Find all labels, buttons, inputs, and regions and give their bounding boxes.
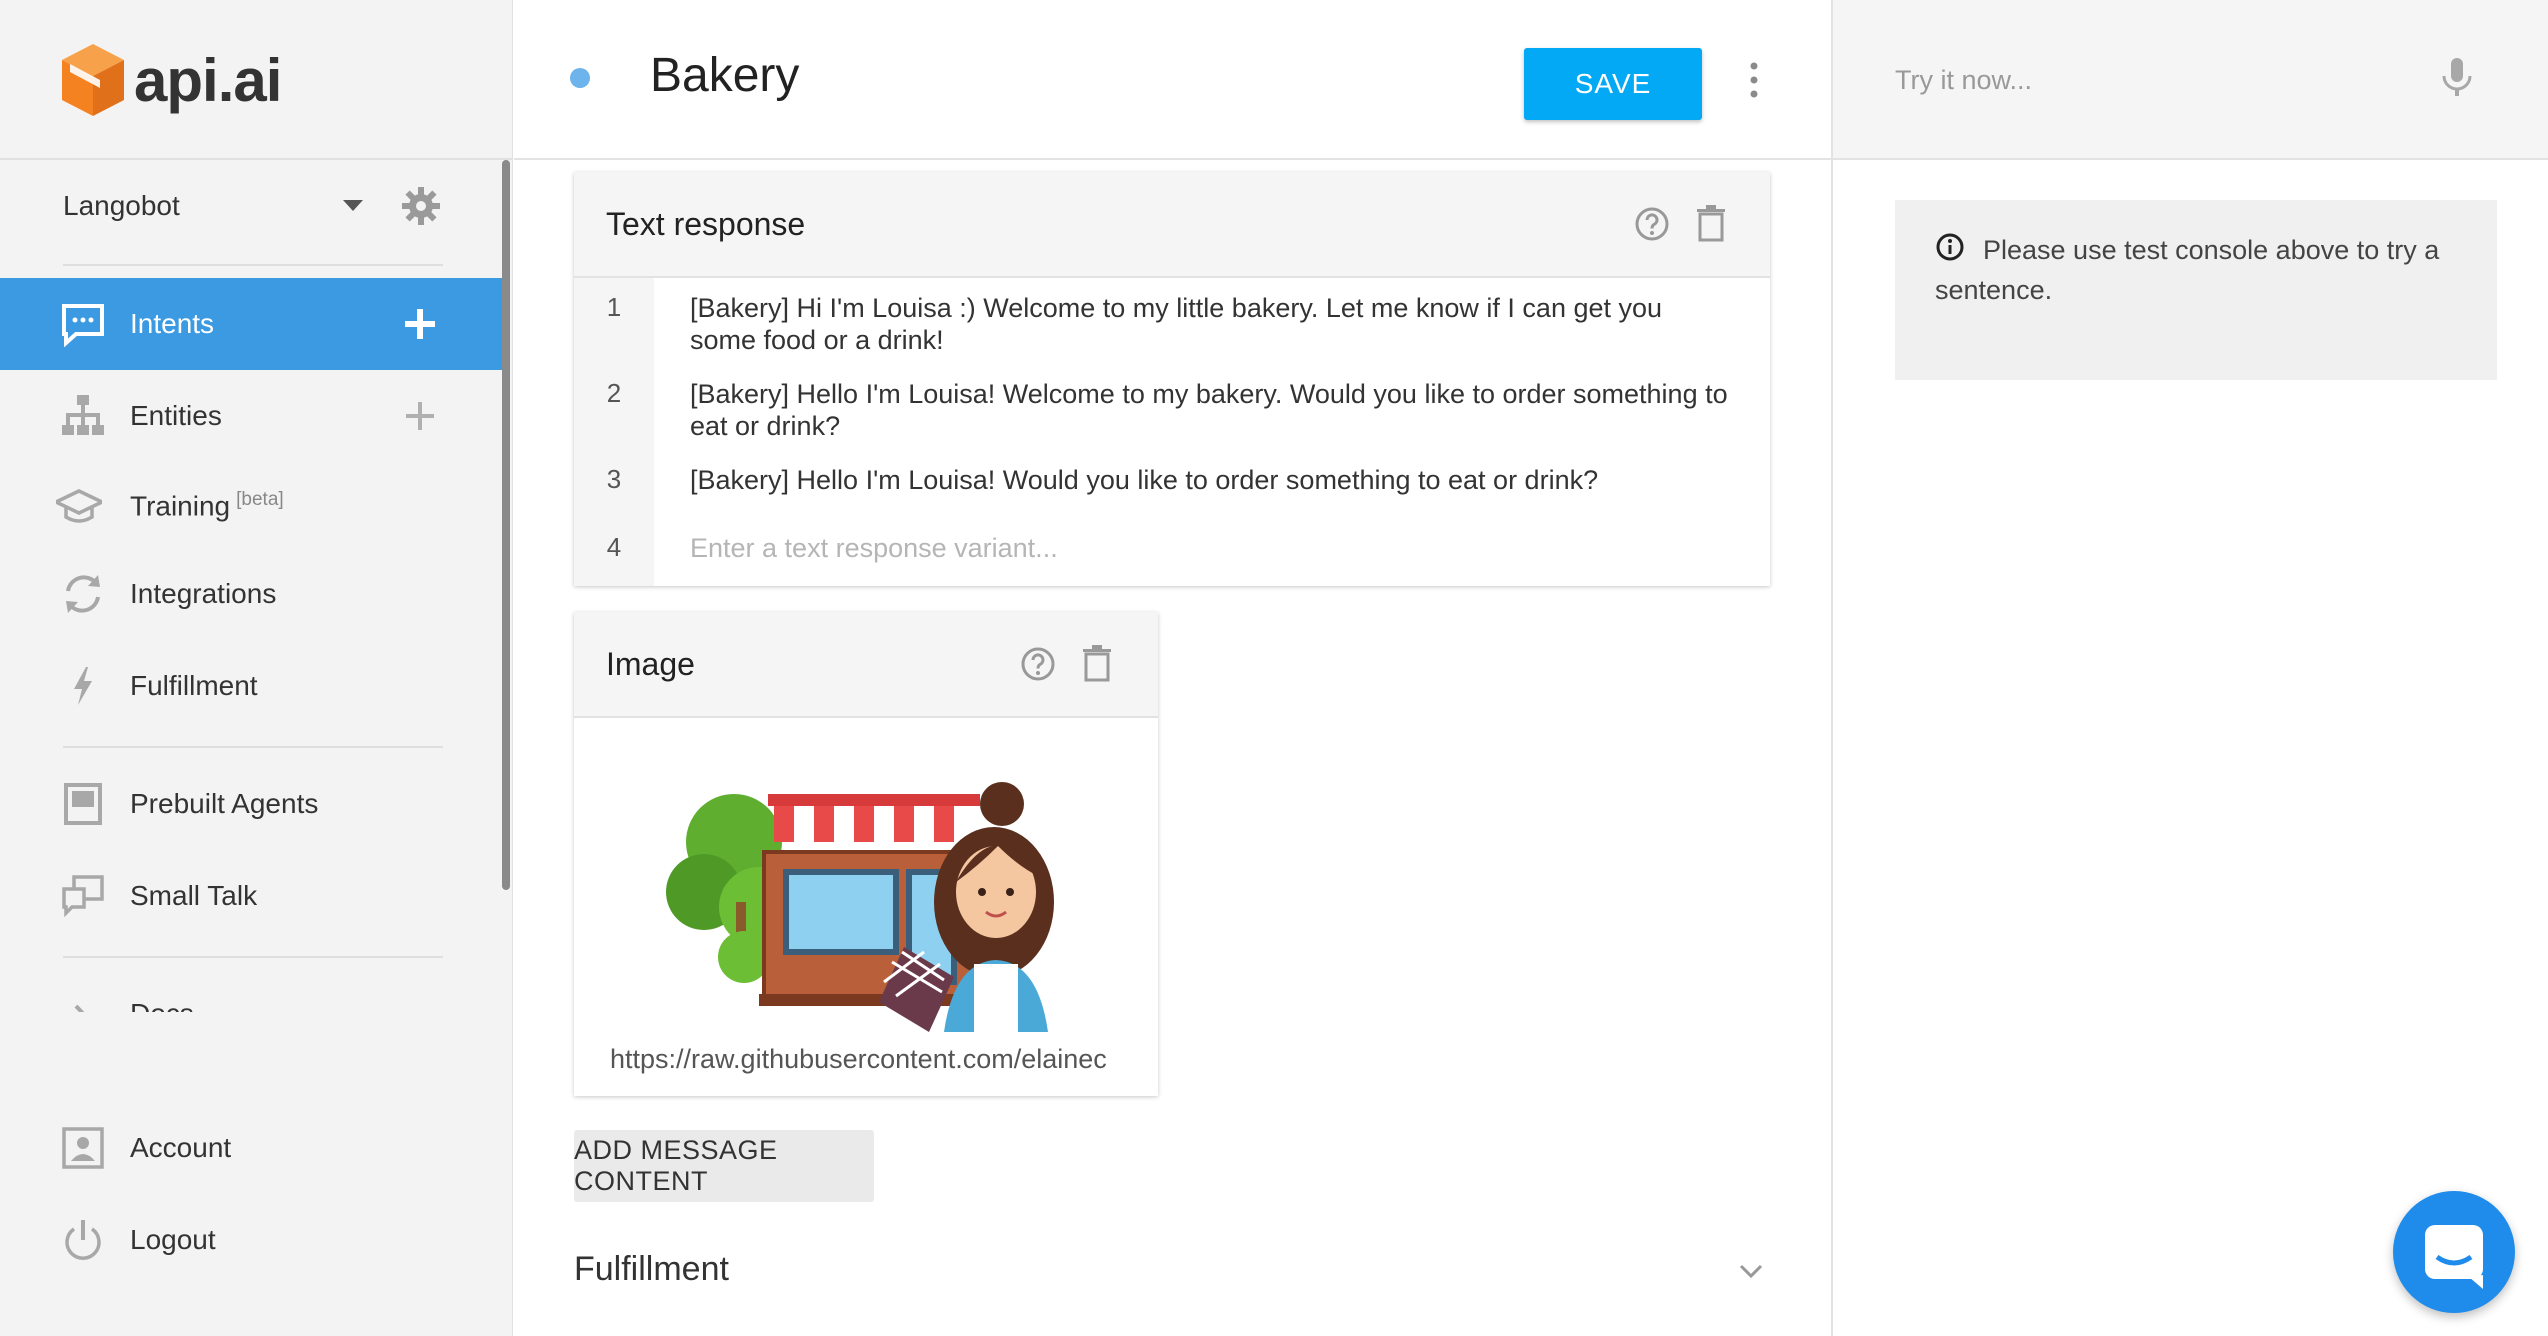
sidebar-item-account[interactable]: Account — [0, 1102, 502, 1194]
row-number: 2 — [606, 378, 622, 408]
sidebar-item-label: Small Talk — [130, 880, 258, 911]
main-panel: Bakery SAVE Text response 1 [Bakery] Hi … — [514, 0, 1831, 1336]
row-number: 3 — [606, 464, 622, 494]
card-header: Text response — [574, 172, 1770, 278]
image-url-field[interactable]: https://raw.githubusercontent.com/elaine… — [610, 1044, 1130, 1075]
intent-title[interactable]: Bakery — [650, 48, 799, 103]
sidebar-item-training[interactable]: Training [beta] — [0, 460, 502, 552]
row-number: 1 — [606, 292, 622, 322]
logo-cube-icon — [62, 44, 124, 116]
more-vert-icon[interactable] — [1742, 60, 1766, 100]
sidebar-item-integrations[interactable]: Integrations — [0, 548, 502, 640]
sidebar-item-label: Docs — [130, 998, 194, 1012]
chat-widget-button[interactable] — [2393, 1191, 2515, 1313]
microphone-icon[interactable] — [2437, 56, 2477, 100]
intent-header: Bakery SAVE — [514, 0, 1831, 160]
sidebar-divider — [63, 956, 443, 958]
chat-widget-icon — [2425, 1225, 2483, 1289]
hierarchy-icon — [62, 395, 104, 435]
row-number: 4 — [606, 532, 622, 562]
graduation-cap-icon — [56, 489, 102, 523]
test-console-panel: Please use test console above to try a s… — [1831, 0, 2548, 1336]
add-intent-icon[interactable] — [400, 304, 440, 344]
sidebar-scrollbar[interactable] — [502, 160, 510, 890]
trash-icon[interactable] — [1080, 644, 1114, 682]
status-dot — [570, 68, 590, 88]
gear-icon[interactable] — [401, 186, 441, 226]
response-text[interactable]: [Bakery] Hello I'm Louisa! Welcome to my… — [690, 378, 1730, 442]
chevron-right-icon — [74, 1004, 85, 1012]
sidebar-item-logout[interactable]: Logout — [0, 1194, 502, 1286]
sidebar-item-entities[interactable]: Entities — [0, 370, 502, 462]
add-message-content-button[interactable]: ADD MESSAGE CONTENT — [574, 1130, 874, 1202]
sidebar: api.ai Langobot Intents Entities Trainin… — [0, 0, 513, 1336]
book-icon — [64, 783, 102, 825]
sidebar-item-label: Entities — [130, 400, 222, 431]
response-text[interactable]: [Bakery] Hello I'm Louisa! Would you lik… — [690, 464, 1730, 496]
test-console-info: Please use test console above to try a s… — [1895, 200, 2497, 380]
sidebar-item-small-talk[interactable]: Small Talk — [0, 850, 502, 942]
help-icon[interactable] — [1634, 206, 1670, 242]
card-title: Text response — [606, 206, 806, 242]
trash-icon[interactable] — [1694, 204, 1728, 242]
save-button[interactable]: SAVE — [1524, 48, 1702, 120]
card-title: Image — [606, 646, 695, 682]
test-console-input[interactable] — [1895, 60, 2415, 100]
power-icon — [65, 1220, 101, 1260]
fulfillment-section-toggle[interactable]: Fulfillment — [574, 1244, 1770, 1304]
beta-badge: [beta] — [236, 489, 284, 511]
card-header: Image — [574, 612, 1158, 718]
sidebar-item-label: Fulfillment — [130, 670, 258, 701]
sidebar-item-docs[interactable]: Docs — [0, 984, 502, 1012]
sidebar-divider — [63, 746, 443, 748]
lightning-icon — [74, 667, 92, 705]
sidebar-item-label: Prebuilt Agents — [130, 788, 319, 819]
sidebar-item-fulfillment[interactable]: Fulfillment — [0, 640, 502, 732]
info-message: Please use test console above to try a s… — [1935, 235, 2440, 305]
sidebar-divider — [0, 158, 513, 160]
sidebar-divider — [63, 264, 443, 266]
bakery-shop-illustration — [666, 782, 1054, 1032]
account-icon — [62, 1127, 104, 1169]
add-entity-icon[interactable] — [400, 396, 440, 436]
chat-bubbles-icon — [62, 875, 104, 918]
text-response-card: Text response 1 [Bakery] Hi I'm Louisa :… — [574, 172, 1770, 586]
agent-name: Langobot — [63, 190, 180, 221]
chat-icon — [62, 304, 104, 347]
sidebar-item-intents[interactable]: Intents — [0, 278, 502, 370]
chevron-down-icon[interactable] — [1736, 1256, 1766, 1286]
test-console-bar — [1833, 0, 2548, 160]
sync-icon — [66, 575, 100, 613]
response-text[interactable]: [Bakery] Hi I'm Louisa :) Welcome to my … — [690, 292, 1730, 356]
logo[interactable]: api.ai — [60, 40, 282, 120]
fulfillment-heading: Fulfillment — [574, 1250, 729, 1288]
sidebar-item-label: Integrations — [130, 578, 277, 609]
help-icon[interactable] — [1020, 646, 1056, 682]
response-variant-input[interactable]: Enter a text response variant... — [690, 532, 1730, 564]
image-card: Image https://raw.githubusercontent.com/… — [574, 612, 1158, 1096]
sidebar-item-prebuilt-agents[interactable]: Prebuilt Agents — [0, 758, 502, 850]
logo-text: api.ai — [134, 46, 282, 114]
training-label: Training — [130, 490, 231, 522]
caret-down-icon[interactable] — [343, 200, 363, 211]
sidebar-item-label: Logout — [130, 1224, 216, 1255]
sidebar-item-label: Intents — [130, 308, 215, 339]
sidebar-item-label: Account — [130, 1132, 232, 1163]
agent-selector[interactable]: Langobot — [63, 178, 453, 234]
sidebar-item-label: Training [beta] — [130, 489, 284, 522]
